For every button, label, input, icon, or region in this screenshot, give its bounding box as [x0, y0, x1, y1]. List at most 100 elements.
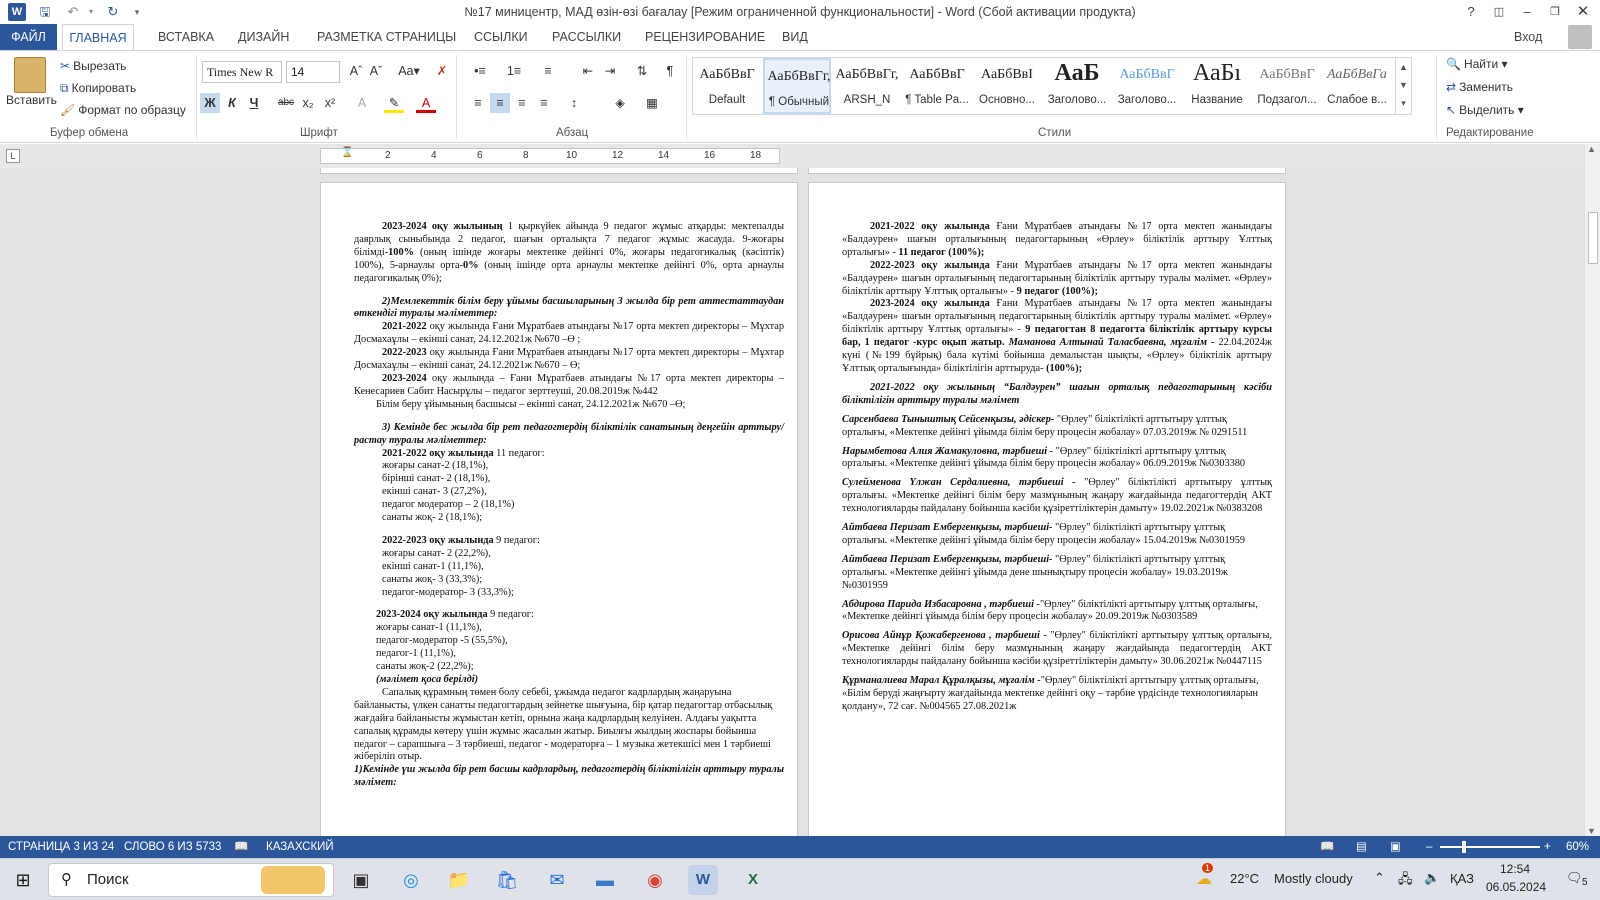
borders-icon[interactable]: ▦ [642, 93, 662, 113]
font-size-box[interactable]: 14 [286, 61, 340, 83]
user-avatar-icon[interactable] [1568, 25, 1592, 49]
clock-date[interactable]: 06.05.2024 [1486, 880, 1546, 894]
align-left-icon[interactable]: ≡ [468, 93, 488, 113]
windows-start-icon[interactable]: ⊞ [8, 865, 38, 895]
tab-home[interactable]: ГЛАВНАЯ [62, 24, 134, 51]
indent-marker-icon[interactable]: ⌛ [341, 147, 353, 165]
language-indicator[interactable]: КАЗАХСКИЙ [266, 836, 334, 858]
italic-button[interactable]: К [222, 93, 242, 113]
style-heading-2[interactable]: АаБбВвГ Заголово... [1113, 58, 1181, 114]
scroll-down-icon[interactable]: ▼ [1587, 826, 1596, 836]
text-effects-icon[interactable]: A [352, 93, 372, 113]
shrink-font-icon[interactable]: Aˇ [366, 61, 386, 81]
input-language[interactable]: ҚАЗ [1450, 871, 1474, 886]
app-icon[interactable]: ▬ [590, 865, 620, 895]
proofing-icon[interactable]: 📖 [234, 836, 248, 858]
close-icon[interactable]: ✕ [1568, 0, 1598, 24]
multilevel-list-icon[interactable]: ≡ [538, 61, 558, 81]
read-mode-icon[interactable]: 📖 [1320, 836, 1334, 858]
tab-references[interactable]: ССЫЛКИ [474, 24, 528, 50]
maximize-icon[interactable]: ❐ [1540, 0, 1570, 24]
bold-button[interactable]: Ж [200, 93, 220, 113]
style-heading-1[interactable]: АаБ Заголово... [1043, 58, 1111, 114]
clock-time[interactable]: 12:54 [1500, 862, 1530, 876]
justify-icon[interactable]: ≡ [534, 93, 554, 113]
style-default[interactable]: АаБбВвГ Default [693, 58, 761, 114]
clear-format-icon[interactable]: ✗ [432, 61, 452, 81]
tab-selector-icon[interactable]: L [6, 149, 20, 163]
excel-taskbar-icon[interactable]: X [738, 865, 768, 895]
tab-insert[interactable]: ВСТАВКА [158, 24, 214, 50]
signin-link[interactable]: Вход [1514, 24, 1542, 50]
style-body-text[interactable]: АаБбВвІ Основно... [973, 58, 1041, 114]
zoom-level[interactable]: 60% [1566, 836, 1589, 858]
paste-icon[interactable] [14, 57, 46, 93]
shading-icon[interactable]: ◈ [610, 93, 630, 113]
cut-button[interactable]: ✂ Вырезать [60, 57, 126, 75]
notifications-icon[interactable]: 🗨 [1566, 870, 1583, 886]
edge-browser-icon[interactable]: ◎ [396, 865, 426, 895]
tray-chevron-icon[interactable]: ⌃ [1374, 870, 1385, 886]
underline-button[interactable]: Ч [244, 93, 264, 113]
minimize-icon[interactable]: – [1512, 0, 1542, 24]
web-layout-icon[interactable]: ▣ [1390, 836, 1401, 858]
style-arsh-n[interactable]: АаБбВвГг, ARSH_N [833, 58, 901, 114]
zoom-slider-thumb[interactable] [1462, 841, 1466, 853]
chrome-icon[interactable]: ◉ [640, 865, 670, 895]
word-count[interactable]: СЛОВО 6 ИЗ 5733 [124, 836, 221, 858]
find-button[interactable]: 🔍 Найти ▾ [1446, 55, 1508, 73]
page-left[interactable]: 2023-2024 оқу жылының 1 қыркүйек айында … [320, 182, 798, 836]
replace-button[interactable]: ⇄ Заменить [1446, 78, 1513, 96]
bullets-icon[interactable]: •≡ [470, 61, 490, 81]
zoom-slider[interactable] [1440, 846, 1540, 848]
page-right[interactable]: 2021-2022 оқу жылында Ғани Мұратбаев аты… [808, 182, 1286, 836]
tab-view[interactable]: ВИД [782, 24, 808, 50]
styles-scroll-icon[interactable]: ▲ ▼ ▾ [1395, 58, 1411, 114]
print-layout-icon[interactable]: ▤ [1356, 836, 1367, 858]
weather-temp[interactable]: 22°C [1230, 871, 1259, 886]
strikethrough-button[interactable]: abc [276, 93, 296, 113]
scroll-thumb[interactable] [1588, 212, 1598, 264]
align-right-icon[interactable]: ≡ [512, 93, 532, 113]
increase-indent-icon[interactable]: ⇥ [600, 61, 620, 81]
vertical-scrollbar[interactable]: ▲ ▼ [1584, 144, 1600, 836]
help-icon[interactable]: ? [1456, 0, 1486, 24]
scroll-up-icon[interactable]: ▲ [1587, 144, 1596, 154]
file-explorer-icon[interactable]: 📁 [444, 865, 474, 895]
grow-font-icon[interactable]: Aˆ [346, 61, 366, 81]
zoom-out-icon[interactable]: – [1426, 836, 1432, 858]
tab-file[interactable]: ФАЙЛ [0, 24, 57, 50]
show-marks-icon[interactable]: ¶ [660, 61, 680, 81]
font-color-icon[interactable]: A [416, 93, 436, 113]
subscript-button[interactable]: x₂ [298, 93, 318, 113]
style-normal[interactable]: АаБбВвГг, ¶ Обычный [763, 58, 831, 114]
page-count[interactable]: СТРАНИЦА 3 ИЗ 24 [8, 836, 114, 858]
sort-icon[interactable]: ⇅ [632, 61, 652, 81]
store-icon[interactable]: 🛍 [492, 865, 522, 895]
format-painter-button[interactable]: 🖌 Формат по образцу [60, 101, 186, 119]
copy-button[interactable]: ⧉ Копировать [60, 79, 136, 97]
ruler-scale[interactable]: 2 4 6 8 10 12 14 16 18 ⌛ [320, 147, 780, 165]
style-subtitle[interactable]: АаБбВвГ Подзагол... [1253, 58, 1321, 114]
network-icon[interactable]: 🖧 [1398, 870, 1413, 892]
superscript-button[interactable]: x² [320, 93, 340, 113]
style-title[interactable]: АаБı Название [1183, 58, 1251, 114]
weather-description[interactable]: Mostly cloudy [1274, 871, 1353, 886]
tab-design[interactable]: ДИЗАЙН [238, 24, 289, 50]
highlight-icon[interactable]: ✎ [384, 93, 404, 113]
align-center-icon[interactable]: ≡ [490, 93, 510, 113]
font-name-box[interactable]: Times New R [202, 61, 282, 83]
change-case-icon[interactable]: Aa▾ [394, 61, 424, 81]
taskbar-search-input[interactable]: ⚲ Поиск [48, 863, 334, 897]
numbering-icon[interactable]: 1≡ [504, 61, 524, 81]
task-view-icon[interactable]: ▣ [346, 865, 376, 895]
paste-button[interactable]: Вставить [6, 91, 57, 109]
mail-icon[interactable]: ✉ [542, 865, 572, 895]
tab-mailings[interactable]: РАССЫЛКИ [552, 24, 621, 50]
line-spacing-icon[interactable]: ↕ [564, 93, 584, 113]
word-taskbar-icon[interactable]: W [688, 865, 718, 895]
tab-layout[interactable]: РАЗМЕТКА СТРАНИЦЫ [317, 24, 456, 50]
volume-icon[interactable]: 🔈 [1424, 870, 1440, 886]
style-table-paragraph[interactable]: АаБбВвГ ¶ Table Pa... [903, 58, 971, 114]
style-subtle-emphasis[interactable]: АаБбВвГа Слабое в... [1323, 58, 1391, 114]
